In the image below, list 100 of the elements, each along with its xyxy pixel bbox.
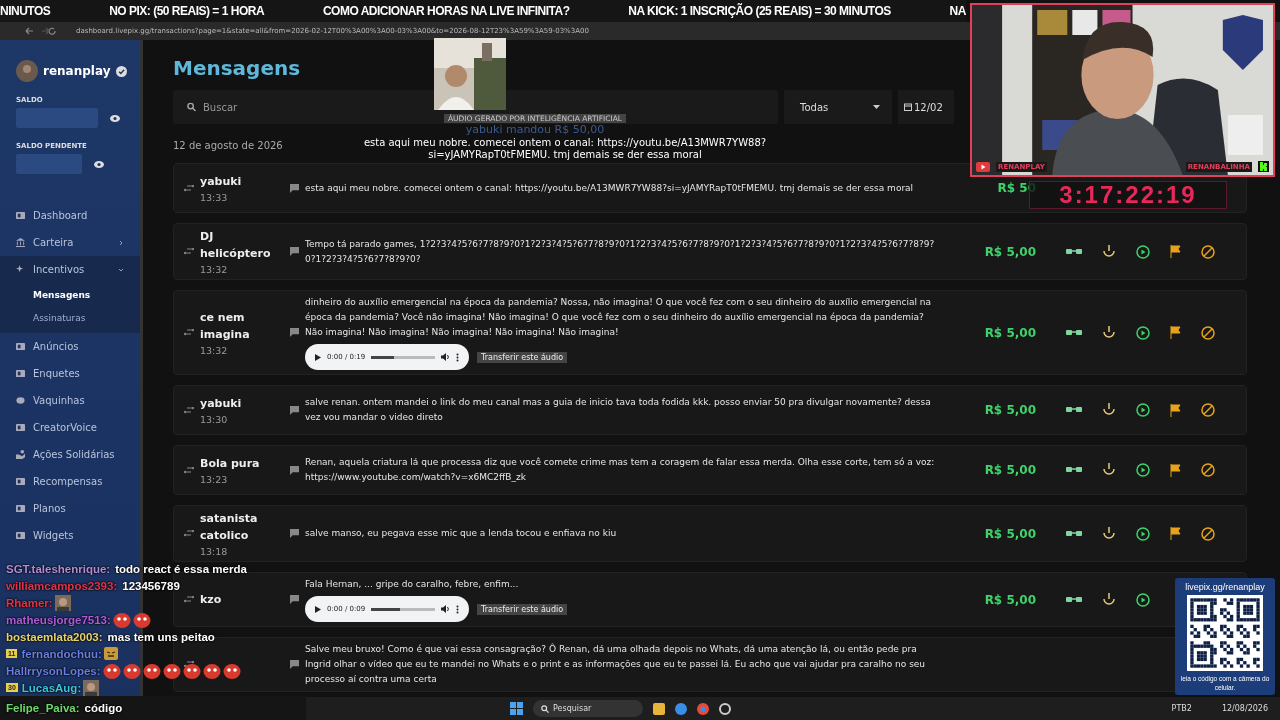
amount: R$ 5,00 [984,592,1036,607]
play-icon[interactable] [315,353,321,361]
emote-icon [122,662,141,679]
audio-progress[interactable] [371,607,400,611]
chevron-icon [118,266,124,273]
app-icon[interactable] [719,702,731,715]
play-icon[interactable] [1136,403,1150,417]
block-icon[interactable] [1201,325,1215,340]
swap-icon [184,406,194,414]
message-time: 13:32 [200,264,229,275]
chat-username: bostaemlata2003: [6,630,103,643]
glasses-icon[interactable] [1066,405,1082,415]
message-text: Tempo tá parado games, 1?2?3?4?5?6?7?8?9?0?1?2?3?4?5?6?7?8?9?0?1?2?3?4?5?6?7?8?9?0?1?2?3?4?5?6?7?8?9?0?1?2?3?4?5?6?7?8?9?0?1?2?3?4?5?6?7?8?9?0? [305,237,936,266]
play-icon[interactable] [1136,592,1150,607]
more-icon[interactable] [456,604,459,614]
menu-item[interactable]: Planos [0,495,140,522]
message-time: 13:30 [200,414,229,425]
flag-icon[interactable] [1170,463,1181,477]
glasses-icon[interactable] [1066,246,1082,257]
swap-icon [184,184,194,192]
submenu-item[interactable]: Assinaturas [0,306,140,329]
sender-name: ce nem imagina [200,310,251,343]
bank-icon [16,238,25,247]
volume-icon[interactable] [441,353,450,361]
message-icon [290,660,299,669]
menu-item[interactable]: Ações Solidárias [0,441,140,468]
chat-username: williamcampos2393: [6,579,118,592]
message-icon [290,465,299,475]
menu-item[interactable]: Recompensas [0,468,140,495]
menu-icon [16,531,25,540]
sender-name: yabuki [200,174,243,190]
chat-message: mas tem uns peitao [107,630,215,643]
browser-icon[interactable] [697,702,709,715]
play-icon[interactable] [1136,244,1150,259]
amount: R$ 5,00 [984,526,1036,541]
block-icon[interactable] [1201,463,1215,477]
app-icon[interactable] [653,702,665,715]
glasses-icon[interactable] [1066,327,1082,338]
menu-item[interactable]: Vaquinhas [0,387,140,414]
menu-item[interactable]: Incentivos [0,256,140,283]
play-icon[interactable] [1136,325,1150,340]
flag-icon[interactable] [1170,326,1181,339]
swap-icon [184,248,194,255]
flag-icon[interactable] [1170,527,1181,540]
block-icon[interactable] [1201,244,1215,259]
play-icon[interactable] [1136,526,1150,541]
flag-icon[interactable] [1170,245,1181,258]
glasses-icon[interactable] [1066,594,1082,605]
glasses-icon[interactable] [1066,465,1082,475]
block-icon[interactable] [1201,526,1215,541]
menu-item[interactable]: Carteira [0,229,140,256]
submenu-item[interactable]: Mensagens [0,283,140,306]
sender-name: kzo [200,592,223,608]
play-icon[interactable] [315,605,321,613]
menu-icon [16,211,25,220]
more-icon[interactable] [456,352,459,362]
calendar-icon [904,103,912,111]
alert-message: si=yJAMYRapT0tFMEMU. tmj demais se der essa moral [428,149,702,161]
amount: R$ 5,00 [984,403,1036,417]
menu-icon [16,477,25,486]
block-icon[interactable] [1201,403,1215,417]
piggy-bank-icon [16,396,25,405]
page-title: Mensagens [173,56,302,80]
emote-icon [182,662,201,679]
message-time: 13:32 [200,345,229,356]
chat-username: fernandochuu: [21,647,102,660]
swap-icon [184,661,194,668]
clock-date[interactable]: 12/08/2026 [1221,704,1268,713]
ticker-text: NA KICK: 1 INSCRIÇÃO (25 REAIS) = 30 MINUTOS [628,4,891,18]
eye-icon[interactable] [94,160,104,168]
qr-code-icon [1187,595,1263,671]
emote-icon [202,662,221,679]
chat-username: HallrrysonLopes: [6,664,101,677]
search-icon [187,102,196,112]
keyboard-layout[interactable]: PTB2 [1171,704,1192,713]
audio-progress[interactable] [371,355,394,359]
message-icon [290,183,299,193]
volume-icon[interactable] [441,605,450,613]
message-text: salve renan. ontem mandei o link do meu canal mas a guia de inicio tava toda fodida kkk. posso enviar 50 pra divulgar novamente? dessa vez vou mandar o video direto [305,396,932,424]
chat-username: Rhamer: [6,596,53,609]
play-icon[interactable] [1136,463,1150,477]
tooltip: Transferir este áudio [477,351,568,363]
menu-item[interactable]: Enquetes [0,360,140,387]
flag-icon[interactable] [1170,403,1181,417]
menu-item[interactable]: CreatorVoice [0,414,140,441]
message-time: 13:33 [200,192,229,203]
filter-dropdown[interactable]: Todas [784,90,892,124]
message-text: esta aqui meu nobre. comecei ontem o canal: https://youtu.be/A13MWR7YW88?si=yJAMYRapT0tFMEMU. tmj demais se der essa moral [305,181,915,195]
windows-icon[interactable] [510,702,523,715]
browser-icon[interactable] [675,702,687,715]
menu-item[interactable]: Dashboard [0,202,140,229]
eye-icon[interactable] [110,114,120,122]
date-filter[interactable]: 12/02 [898,90,954,124]
menu-icon [16,369,25,378]
menu-item[interactable]: Anúncios [0,333,140,360]
verified-icon [115,65,127,77]
menu-item[interactable]: Widgets [0,522,140,549]
search-field[interactable]: Pesquisar [533,700,643,717]
emote-icon [102,662,121,679]
glasses-icon[interactable] [1066,528,1082,539]
